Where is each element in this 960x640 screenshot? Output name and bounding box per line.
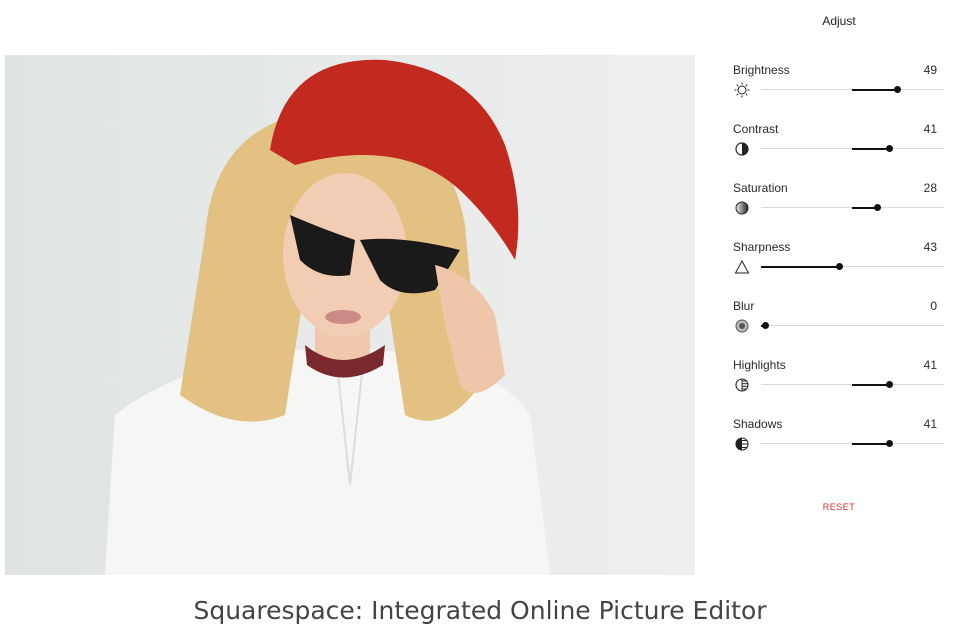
slider-knob[interactable]	[836, 263, 844, 270]
reset-button[interactable]: RESET	[740, 502, 938, 512]
brightness-icon	[734, 82, 750, 98]
shadows-slider[interactable]	[761, 440, 944, 447]
saturation-slider[interactable]	[761, 204, 944, 211]
contrast-icon	[734, 141, 750, 157]
highlights-slider[interactable]	[761, 381, 944, 388]
adjust-label: Highlights	[733, 358, 786, 372]
adjust-value: 28	[923, 181, 937, 195]
slider-fill	[852, 442, 890, 445]
portrait-image	[5, 55, 695, 575]
adjust-row-blur: Blur 0	[733, 299, 944, 349]
adjust-value: 41	[923, 358, 937, 372]
slider-knob[interactable]	[886, 440, 894, 447]
slider-knob[interactable]	[874, 204, 882, 211]
adjust-row-shadows: Shadows 41	[733, 417, 944, 467]
adjust-label: Saturation	[733, 181, 788, 195]
slider-track	[761, 325, 944, 326]
adjust-label: Blur	[733, 299, 755, 313]
photo-preview	[5, 55, 695, 575]
adjust-value: 0	[930, 299, 937, 313]
adjust-value: 43	[923, 240, 937, 254]
adjust-label: Sharpness	[733, 240, 791, 254]
slider-knob[interactable]	[761, 322, 769, 329]
adjust-label: Brightness	[733, 63, 790, 77]
adjust-value: 41	[923, 122, 937, 136]
adjust-row-saturation: Saturation 28	[733, 181, 944, 231]
brightness-slider[interactable]	[761, 86, 944, 93]
adjust-row-sharpness: Sharpness 43	[733, 240, 944, 290]
slider-knob[interactable]	[886, 145, 894, 152]
adjust-row-contrast: Contrast 41	[733, 122, 944, 172]
slider-fill	[852, 383, 890, 386]
adjust-row-highlights: Highlights 41	[733, 358, 944, 408]
blur-icon	[734, 318, 750, 334]
slider-knob[interactable]	[893, 86, 901, 93]
image-caption: Squarespace: Integrated Online Picture E…	[193, 596, 767, 625]
sharpness-icon	[734, 259, 750, 275]
shadows-icon	[734, 436, 750, 452]
contrast-slider[interactable]	[761, 145, 944, 152]
panel-title: Adjust	[822, 14, 856, 28]
adjust-value: 49	[923, 63, 937, 77]
slider-knob[interactable]	[886, 381, 894, 388]
highlights-icon	[734, 377, 750, 393]
saturation-icon	[734, 200, 750, 216]
blur-slider[interactable]	[761, 322, 944, 329]
adjust-row-brightness: Brightness 49	[733, 63, 944, 113]
adjust-label: Contrast	[733, 122, 779, 136]
slider-fill	[852, 88, 898, 91]
slider-fill	[852, 147, 890, 150]
slider-fill	[761, 265, 840, 268]
sharpness-slider[interactable]	[761, 263, 944, 270]
adjust-value: 41	[923, 417, 937, 431]
adjust-label: Shadows	[733, 417, 783, 431]
